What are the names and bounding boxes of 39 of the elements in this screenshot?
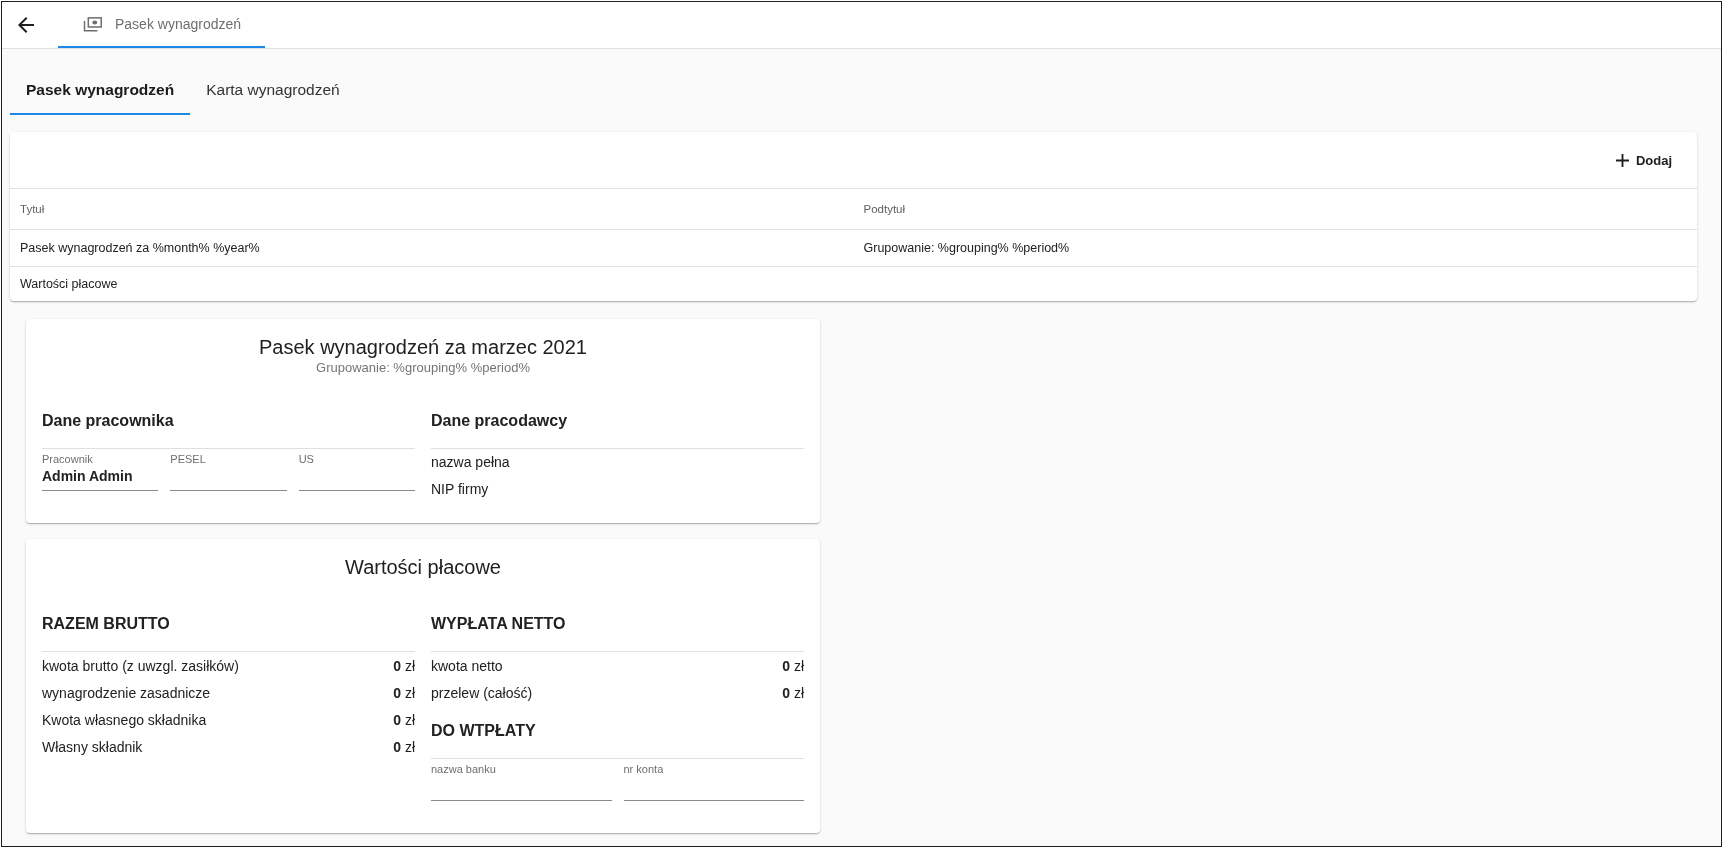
- column-header: Podtytuł: [863, 203, 906, 215]
- page-tab[interactable]: Pasek wynagrodzeń: [58, 2, 266, 48]
- amount-text: 0 zł: [393, 684, 415, 701]
- amount-text: 0 zł: [782, 684, 804, 701]
- table-cell: Wartości płacowe: [20, 277, 118, 291]
- text-field[interactable]: nr konta: [623, 759, 804, 801]
- banknotes-icon: [83, 16, 102, 32]
- amount-text: 0 zł: [782, 657, 804, 674]
- amount-text: 0 zł: [393, 711, 415, 728]
- tab[interactable]: Karta wynagrodzeń: [190, 67, 356, 115]
- text-field[interactable]: US: [298, 449, 415, 491]
- text-field[interactable]: nazwa banku: [431, 759, 612, 801]
- info-text: NIP firmy: [431, 480, 489, 499]
- plus-icon: [1615, 153, 1629, 167]
- back-arrow-icon: [18, 17, 34, 33]
- card-title: Pasek wynagrodzeń za marzec 2021: [259, 335, 587, 359]
- value-label: Kwota własnego składnika: [42, 711, 207, 728]
- section-heading: Dane pracodawcy: [431, 411, 568, 431]
- value-label: wynagrodzenie zasadnicze: [42, 684, 211, 701]
- section-heading: RAZEM BRUTTO: [42, 614, 170, 634]
- text-field[interactable]: PESEL: [170, 449, 287, 491]
- card-subtitle: Grupowanie: %grouping% %period%: [316, 359, 530, 377]
- amount-text: 0 zł: [393, 657, 415, 674]
- value-label: kwota brutto (z uwzgl. zasiłków): [42, 657, 239, 674]
- value-label: Własny składnik: [42, 738, 143, 755]
- column-header: Tytuł: [20, 203, 45, 215]
- value-label: przelew (całość): [431, 684, 533, 701]
- value-label: kwota netto: [431, 657, 503, 674]
- tab[interactable]: Pasek wynagrodzeń: [10, 67, 191, 115]
- text-field[interactable]: Pracownik Admin Admin: [42, 449, 159, 491]
- section-heading: DO WTPŁATY: [431, 721, 536, 741]
- section-heading: WYPŁATA NETTO: [431, 614, 566, 634]
- table-cell: Pasek wynagrodzeń za %month% %year%: [20, 241, 260, 255]
- card-title: Wartości płacowe: [345, 555, 501, 579]
- section-heading: Dane pracownika: [42, 411, 174, 431]
- table-cell: Grupowanie: %grouping% %period%: [863, 241, 1070, 255]
- amount-text: 0 zł: [393, 738, 415, 755]
- add-button[interactable]: Dodaj: [1607, 146, 1680, 174]
- info-text: nazwa pełna: [431, 453, 510, 472]
